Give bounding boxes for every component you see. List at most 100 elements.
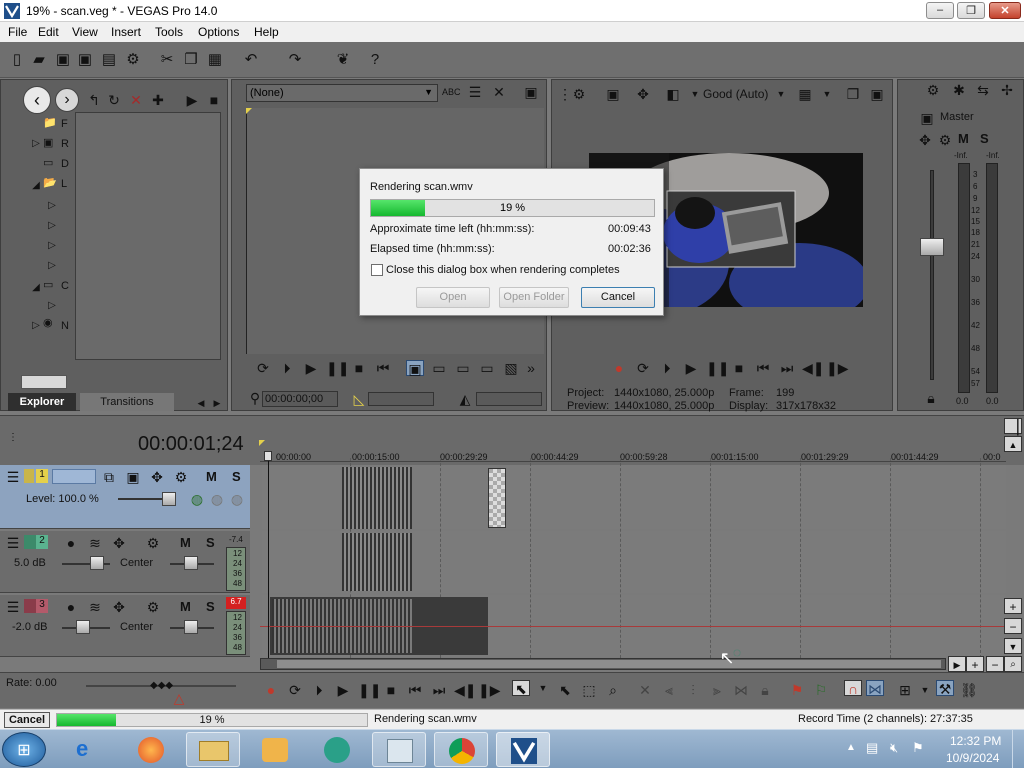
record-arm-icon[interactable]: ● <box>62 599 80 615</box>
trim-end-icon[interactable]: ⫸ <box>708 682 726 698</box>
trimmer-in-field[interactable] <box>368 392 434 406</box>
track-header-3[interactable]: ☰ 3 ● ≋ ✥ ⚙ M S 6.7 -2.0 dB Center 12 24… <box>0 595 250 657</box>
forward-button[interactable]: › <box>55 88 79 112</box>
master-mute-button[interactable]: M <box>958 131 969 146</box>
stop-icon[interactable]: ■ <box>382 682 400 698</box>
previous-frame-icon[interactable]: ◀❚ <box>802 360 825 376</box>
play-from-start-icon[interactable]: ⏵ <box>658 360 676 376</box>
track-gear-icon[interactable]: ⚙ <box>172 469 190 485</box>
track-solo-button[interactable]: S <box>206 599 215 614</box>
playhead-handle[interactable] <box>264 451 272 461</box>
zoom-in-vertical-icon[interactable]: + <box>1004 598 1022 614</box>
taskbar-notes[interactable] <box>372 732 426 767</box>
show-hidden-icons-icon[interactable]: ▲ <box>846 742 856 753</box>
loop-icon[interactable]: ⟳ <box>286 682 304 698</box>
tab-scroll-right-icon[interactable]: ▶ <box>208 395 226 411</box>
plugin-manager-icon[interactable]: ❦ <box>334 51 352 69</box>
tree-item-d[interactable]: D <box>61 158 69 170</box>
taskbar-media-player[interactable] <box>248 732 302 767</box>
track-collapse-icon[interactable]: ☰ <box>4 535 22 551</box>
child-track-icon[interactable]: ◍ <box>228 491 246 507</box>
tree-item-c[interactable]: C <box>61 280 69 292</box>
snapping-magnet-icon[interactable]: ∩ <box>844 680 862 697</box>
cancel-button[interactable]: Cancel <box>581 287 655 308</box>
taskbar-firefox[interactable] <box>124 732 178 767</box>
close-when-done-checkbox[interactable] <box>371 264 383 276</box>
chevron-down-icon[interactable]: ▼ <box>916 682 934 698</box>
go-to-start-icon[interactable]: ⏮ <box>406 682 424 698</box>
timeline-hscrollbar[interactable] <box>260 658 946 670</box>
menu-edit[interactable]: Edit <box>38 25 59 39</box>
lock-envelopes-icon[interactable]: ⚒ <box>936 680 954 697</box>
external-monitor-icon[interactable]: ▣ <box>604 86 622 102</box>
composite-mode-icon[interactable]: ◍ <box>188 491 206 507</box>
record-arm-icon[interactable]: ● <box>62 535 80 551</box>
new-project-icon[interactable]: ▯ <box>8 51 26 69</box>
track-volume-handle[interactable] <box>76 620 90 634</box>
track-header-1[interactable]: ☰ 1 ⧉ ▣ ✥ ⚙ M S Level: 100.0 % ◍ ◍ ◍ <box>0 465 250 529</box>
refresh-icon[interactable]: ↻ <box>105 92 123 108</box>
pause-icon[interactable]: ❚❚ <box>326 360 349 376</box>
collapse-dots-icon[interactable]: ⋮ <box>4 430 22 446</box>
list-icon[interactable]: ☰ <box>466 84 484 100</box>
compositing-icon[interactable]: ▣ <box>124 469 142 485</box>
auto-ripple-icon[interactable]: ⊞ <box>896 682 914 698</box>
volume-muted-icon[interactable]: 🔇︎ <box>890 740 898 756</box>
stop-preview-icon[interactable]: ■ <box>205 92 223 108</box>
track-solo-button[interactable]: S <box>206 535 215 550</box>
parent-track-icon[interactable]: ◍ <box>208 491 226 507</box>
tree-item-r[interactable]: R <box>61 138 69 150</box>
mark-out-icon[interactable]: ◭ <box>456 391 474 407</box>
copy-snapshot-icon[interactable]: ❐ <box>844 86 862 102</box>
stop-icon[interactable]: ■ <box>350 360 368 376</box>
tree-expand-icon[interactable]: ▷ <box>43 198 61 214</box>
loop-icon[interactable]: ⟳ <box>634 360 652 376</box>
trim-insert-icon[interactable]: ▭ <box>454 360 472 376</box>
chevron-right-double-icon[interactable]: » <box>522 360 540 376</box>
master-solo-button[interactable]: S <box>980 131 989 146</box>
loop-region-marker[interactable] <box>259 440 265 446</box>
taskbar-file-explorer[interactable] <box>186 732 240 767</box>
go-to-start-icon[interactable]: ⏮ <box>374 360 392 376</box>
render-icon[interactable]: ▤ <box>100 51 118 69</box>
menu-insert[interactable]: Insert <box>111 25 141 39</box>
track-fx-icon[interactable]: ✥ <box>110 599 128 615</box>
bus-fx-icon[interactable]: ✥ <box>916 132 934 148</box>
taskbar-vegas[interactable] <box>496 732 550 767</box>
tree-item-f[interactable]: F <box>61 118 68 130</box>
paste-icon[interactable]: ▦ <box>206 51 224 69</box>
track-gear-icon[interactable]: ⚙ <box>144 535 162 551</box>
menu-help[interactable]: Help <box>254 25 279 39</box>
split-screen-icon[interactable]: ◧ <box>664 86 682 102</box>
previous-frame-icon[interactable]: ◀❚ <box>454 682 477 698</box>
invert-phase-icon[interactable]: ≋ <box>86 599 104 615</box>
tab-transitions[interactable]: Transitions <box>80 393 174 411</box>
track-level-handle[interactable] <box>162 492 176 506</box>
menu-tools[interactable]: Tools <box>155 25 183 39</box>
mark-in-icon[interactable]: ◺ <box>350 391 368 407</box>
back-button[interactable]: ‹ <box>23 86 51 114</box>
record-icon[interactable]: ● <box>262 682 280 698</box>
add-to-project-icon[interactable]: ✚ <box>149 92 167 108</box>
next-frame-icon[interactable]: ❚▶ <box>826 360 849 376</box>
trim-fit-icon[interactable]: ▭ <box>478 360 496 376</box>
loop-icon[interactable]: ⟳ <box>254 360 272 376</box>
scroll-right-icon[interactable]: ▶ <box>948 656 966 672</box>
open-button[interactable]: Open <box>416 287 490 308</box>
save-as-icon[interactable]: ▣ <box>76 51 94 69</box>
normal-edit-tool-icon[interactable]: ⬉ <box>512 680 530 697</box>
redo-icon[interactable]: ↷ <box>286 51 304 69</box>
spellcheck-abc-icon[interactable]: ABC <box>442 84 461 100</box>
track-volume-handle[interactable] <box>90 556 104 570</box>
render-cancel-button[interactable]: Cancel <box>4 712 50 728</box>
taskbar-camtasia[interactable] <box>310 732 364 767</box>
trim-overwrite-icon[interactable]: ▭ <box>430 360 448 376</box>
play-icon[interactable]: ▶ <box>302 360 320 376</box>
ignore-grouping-icon[interactable]: ⛓ <box>960 682 978 698</box>
track-pan-handle[interactable] <box>184 620 198 634</box>
tree-expand-icon[interactable]: ▷ <box>43 238 61 254</box>
track-mute-button[interactable]: M <box>206 469 217 484</box>
tree-expand-icon[interactable]: ▷ <box>43 258 61 274</box>
trim-start-icon[interactable]: ⫷ <box>660 682 678 698</box>
next-frame-icon[interactable]: ❚▶ <box>478 682 501 698</box>
